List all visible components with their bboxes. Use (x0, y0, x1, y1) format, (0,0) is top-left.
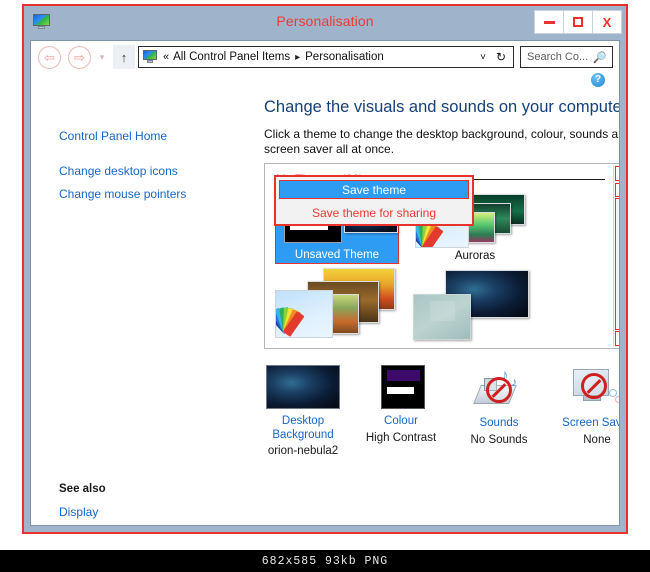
setting-label[interactable]: Desktop Background (255, 415, 351, 442)
image-info-text: 682x585 93kb PNG (261, 554, 389, 568)
high-contrast-swatch (353, 363, 449, 411)
page-title: Change the visuals and sounds on your co… (264, 98, 620, 116)
personalisation-window: Personalisation X ⇦ ⇨ ▾ ↑ « All Control … (22, 4, 628, 534)
theme-tile-autumn[interactable] (275, 268, 399, 346)
address-dropdown-icon[interactable]: ˅ (472, 52, 494, 63)
setting-value: No Sounds (470, 433, 528, 446)
setting-label[interactable]: Sounds (451, 417, 547, 431)
search-placeholder: Search Co... (527, 51, 589, 63)
title-bar: Personalisation X (24, 6, 626, 40)
context-menu: Save theme Save theme for sharing (274, 175, 474, 226)
setting-label[interactable]: Colour (353, 415, 449, 429)
image-info-bar: 682x585 93kb PNG (0, 550, 650, 572)
scroll-down-button[interactable]: ⱟ (615, 331, 619, 346)
navigation-toolbar: ⇦ ⇨ ▾ ↑ « All Control Panel Items ▸ Pers… (31, 41, 619, 73)
scroll-up-button[interactable]: ⱏ (615, 166, 619, 181)
sidebar-item-control-panel-home[interactable]: Control Panel Home (31, 91, 241, 143)
up-arrow-icon[interactable]: ↑ (113, 45, 135, 69)
sidebar-item-display[interactable]: Display (59, 505, 180, 519)
minimize-button[interactable] (534, 10, 564, 34)
theme-tile-nebula[interactable] (413, 268, 537, 346)
disabled-screensaver-icon (549, 365, 619, 413)
theme-tile-label: Unsaved Theme (294, 249, 380, 261)
window-controls: X (534, 10, 622, 34)
client-area: ⇦ ⇨ ▾ ↑ « All Control Panel Items ▸ Pers… (30, 40, 620, 526)
scrollbar-thumb[interactable] (615, 183, 619, 197)
refresh-icon[interactable]: ↻ (494, 50, 513, 64)
help-icon[interactable]: ? (591, 73, 605, 87)
maximize-button[interactable] (563, 10, 593, 34)
address-chevron-icon: « (163, 51, 170, 63)
search-input[interactable]: Search Co... 🔍 (520, 46, 613, 68)
address-bar[interactable]: « All Control Panel Items ▸ Personalisat… (138, 46, 514, 68)
page-subtitle: Click a theme to change the desktop back… (264, 127, 620, 156)
theme-tile-label: Auroras (454, 250, 496, 262)
chevron-down-icon[interactable]: ▾ (94, 52, 110, 63)
see-also-list: Display Taskbar Ease of Access Center (59, 505, 180, 525)
breadcrumb-all-control-panel-items[interactable]: All Control Panel Items (173, 51, 290, 63)
theme-list-scrollbar[interactable]: ⱏ ⱟ (613, 165, 619, 347)
setting-value: High Contrast (365, 431, 437, 444)
nebula-glass-thumbnail (413, 268, 537, 340)
setting-colour[interactable]: Colour High Contrast (353, 363, 449, 444)
autumn-stack-thumbnail (275, 268, 399, 340)
page-root: Personalisation X ⇦ ⇨ ▾ ↑ « All Control … (0, 0, 650, 572)
breadcrumb-separator-icon: ▸ (295, 51, 301, 63)
magnifier-icon[interactable]: 🔍 (593, 51, 607, 64)
see-also-heading: See also (59, 483, 106, 495)
settings-row: Desktop Background orion-nebula2 Colour … (255, 363, 619, 473)
scrollbar-track[interactable] (615, 198, 619, 330)
back-icon[interactable]: ⇦ (38, 45, 61, 69)
context-menu-item-save-theme-for-sharing[interactable]: Save theme for sharing (276, 202, 472, 224)
setting-value: None (583, 433, 611, 446)
close-button[interactable]: X (592, 10, 622, 34)
wallpaper-thumbnail (255, 363, 351, 411)
address-monitor-icon (143, 50, 158, 64)
sidebar-item-change-mouse-pointers[interactable]: Change mouse pointers (31, 178, 241, 201)
setting-label[interactable]: Screen Saver (549, 417, 619, 431)
setting-sounds[interactable]: ♪ ♪ Sounds No Sounds (451, 363, 547, 446)
help-row: ? (591, 73, 611, 91)
sidebar: Control Panel Home Change desktop icons … (31, 91, 241, 525)
setting-desktop-background[interactable]: Desktop Background orion-nebula2 (255, 363, 351, 457)
forward-icon[interactable]: ⇨ (68, 45, 91, 69)
setting-screen-saver[interactable]: Screen Saver None (549, 363, 619, 446)
context-menu-item-save-theme[interactable]: Save theme (279, 180, 469, 199)
breadcrumb-personalisation[interactable]: Personalisation (305, 51, 384, 63)
muted-speaker-icon: ♪ ♪ (451, 365, 547, 413)
main-content: Change the visuals and sounds on your co… (241, 91, 619, 525)
sidebar-item-change-desktop-icons[interactable]: Change desktop icons (31, 143, 241, 178)
setting-value: orion-nebula2 (267, 445, 339, 457)
